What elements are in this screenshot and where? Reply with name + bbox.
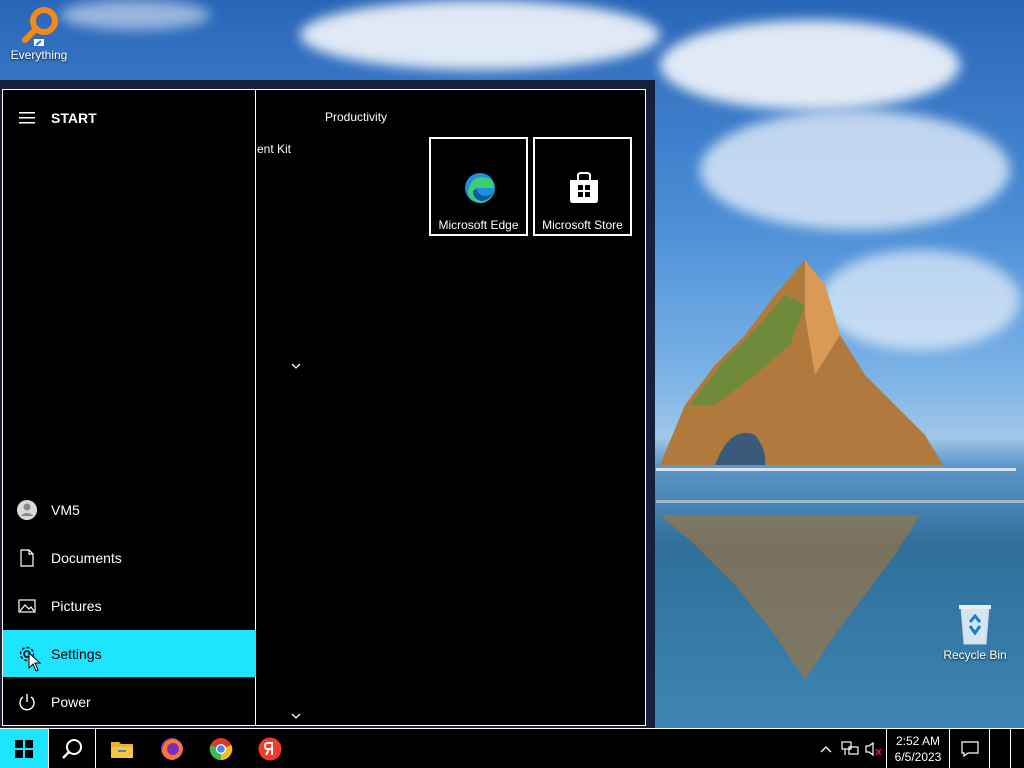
start-menu-header: START bbox=[3, 90, 256, 146]
chevron-up-icon bbox=[820, 746, 832, 753]
notification-icon bbox=[960, 741, 979, 757]
clock-date: 6/5/2023 bbox=[894, 750, 942, 764]
taskbar-yandex[interactable] bbox=[246, 729, 294, 768]
firefox-icon bbox=[161, 738, 183, 760]
rock-reflection-image bbox=[660, 515, 920, 680]
start-menu-sidebar: START VM5 Documents Pictures Settings Po… bbox=[3, 90, 256, 725]
action-center-button[interactable] bbox=[950, 729, 990, 768]
tile-microsoft-store[interactable]: Microsoft Store bbox=[533, 137, 632, 236]
network-icon bbox=[841, 741, 859, 755]
chrome-icon bbox=[209, 738, 233, 761]
tile-label: Microsoft Store bbox=[542, 218, 623, 232]
start-menu-title: START bbox=[51, 110, 97, 126]
taskbar-chrome[interactable] bbox=[197, 729, 245, 768]
network-tray-button[interactable] bbox=[838, 729, 862, 768]
wave-line bbox=[656, 500, 1024, 503]
nav-item-label: Pictures bbox=[51, 597, 102, 614]
nav-item-label: Power bbox=[51, 693, 91, 710]
pictures-icon bbox=[18, 598, 36, 613]
taskbar: 2:52 AM 6/5/2023 bbox=[0, 728, 1024, 768]
start-menu: START VM5 Documents Pictures Settings Po… bbox=[2, 89, 646, 726]
nav-item-label: Settings bbox=[51, 645, 102, 662]
taskbar-firefox[interactable] bbox=[148, 729, 196, 768]
wave-line bbox=[656, 468, 1016, 471]
search-icon bbox=[62, 739, 82, 759]
nav-item-user[interactable]: VM5 bbox=[3, 486, 256, 533]
nav-item-pictures[interactable]: Pictures bbox=[3, 582, 256, 629]
volume-muted-icon bbox=[865, 741, 882, 757]
chevron-down-icon[interactable] bbox=[289, 711, 303, 721]
store-icon bbox=[570, 172, 598, 203]
tile-label: Microsoft Edge bbox=[438, 218, 519, 232]
nav-item-documents[interactable]: Documents bbox=[3, 534, 256, 581]
desktop-icon-label: Recycle Bin bbox=[943, 648, 1007, 662]
power-icon bbox=[19, 693, 35, 710]
file-explorer-icon bbox=[111, 742, 133, 758]
desktop-icon-recycle-bin[interactable]: Recycle Bin bbox=[937, 602, 1013, 662]
user-icon bbox=[17, 499, 37, 520]
hamburger-menu-button[interactable] bbox=[3, 90, 51, 146]
document-icon bbox=[20, 548, 34, 567]
desktop-icon-label: Everything bbox=[10, 48, 68, 62]
show-hidden-icons-button[interactable] bbox=[814, 729, 838, 768]
everything-icon bbox=[22, 7, 58, 46]
hamburger-icon bbox=[19, 112, 35, 124]
taskbar-clock[interactable]: 2:52 AM 6/5/2023 bbox=[886, 729, 950, 768]
taskbar-file-explorer[interactable] bbox=[98, 729, 146, 768]
rock-arch-image bbox=[660, 260, 943, 465]
start-menu-tiles-area: ent Kit Productivity Microsoft Edge Micr… bbox=[257, 90, 647, 725]
nav-item-label: Documents bbox=[51, 549, 122, 566]
yandex-icon bbox=[258, 737, 282, 761]
edge-icon bbox=[465, 173, 495, 203]
chevron-down-icon[interactable] bbox=[289, 361, 303, 371]
show-desktop-button[interactable] bbox=[1010, 729, 1024, 768]
volume-tray-button[interactable] bbox=[862, 729, 886, 768]
nav-item-power[interactable]: Power bbox=[3, 678, 256, 725]
desktop-icon-everything[interactable]: Everything bbox=[1, 6, 77, 62]
clock-time: 2:52 AM bbox=[895, 734, 941, 748]
tile-group-title[interactable]: Productivity bbox=[325, 110, 387, 124]
start-button[interactable] bbox=[0, 729, 48, 768]
recycle-bin-icon bbox=[959, 605, 991, 645]
nav-item-label: VM5 bbox=[51, 501, 80, 518]
tile-microsoft-edge[interactable]: Microsoft Edge bbox=[429, 137, 528, 236]
app-list-item-partial[interactable]: ent Kit bbox=[257, 142, 291, 156]
windows-logo-icon bbox=[15, 740, 33, 758]
mouse-cursor bbox=[28, 652, 42, 672]
search-button[interactable] bbox=[48, 729, 96, 768]
